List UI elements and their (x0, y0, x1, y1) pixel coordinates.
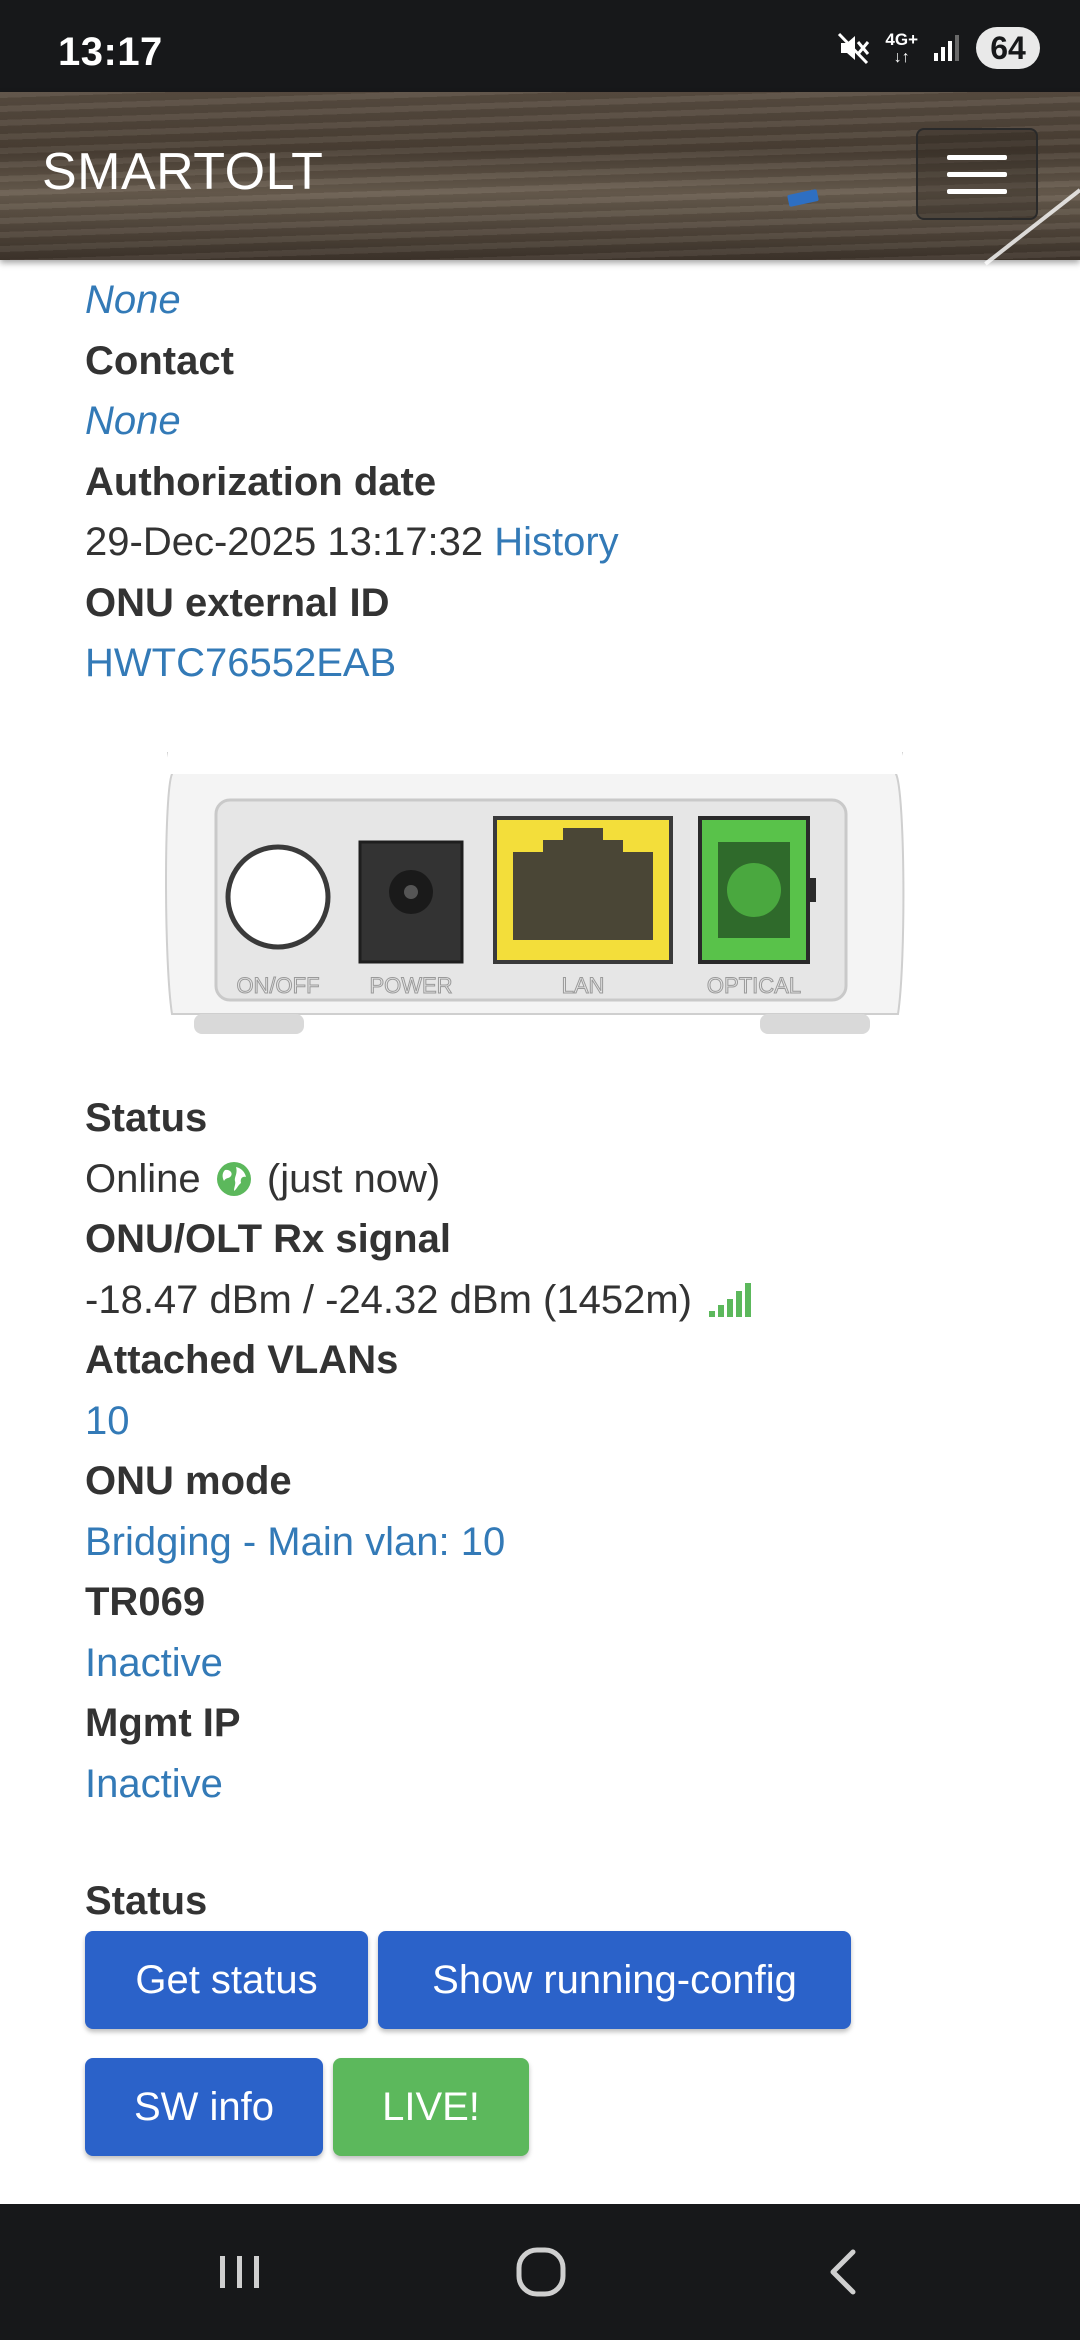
mute-icon (837, 31, 871, 65)
signal-strength-icon (709, 1282, 752, 1317)
address-value: None (85, 278, 181, 322)
external-id-value[interactable]: HWTC76552EAB (85, 633, 1045, 694)
contact-label: Contact (85, 338, 234, 383)
network-4g-icon: 4G+ ↓↑ (885, 29, 918, 66)
brand-logo[interactable]: SMARTOLT (42, 142, 323, 202)
tr069-value[interactable]: Inactive (85, 1633, 1045, 1694)
onu-device-image: ON/OFF POWER LAN OPTICAL (165, 752, 905, 1034)
port-label-power: POWER (369, 973, 452, 998)
contact-value: None (85, 399, 181, 443)
onu-status-info: Status Online (just now) ONU/OLT Rx sign… (85, 1088, 1045, 1814)
external-id-label: ONU external ID (85, 580, 390, 625)
mgmt-ip-label: Mgmt IP (85, 1701, 241, 1745)
get-status-button[interactable]: Get status (85, 1931, 368, 2029)
battery-level: 64 (990, 29, 1026, 66)
clock: 13:17 (58, 30, 163, 74)
signal-icon (932, 33, 962, 63)
authorization-date-label: Authorization date (85, 459, 437, 504)
show-running-config-button[interactable]: Show running-config (378, 1931, 851, 2029)
port-label-onoff: ON/OFF (236, 973, 319, 998)
system-navigation-bar (0, 2204, 1080, 2340)
onu-details: None Contact None Authorization date 29-… (85, 270, 1045, 694)
back-icon[interactable] (815, 2242, 875, 2302)
status-row: Online (just now) (85, 1149, 1045, 1210)
mgmt-ip-value[interactable]: Inactive (85, 1754, 1045, 1815)
authorization-date-value: 29-Dec-2025 13:17:32 (85, 520, 484, 564)
globe-icon (216, 1161, 251, 1196)
vlans-value[interactable]: 10 (85, 1391, 1045, 1452)
authorization-date-row: 29-Dec-2025 13:17:32 History (85, 512, 1045, 573)
network-type: 4G+ (885, 29, 918, 49)
sw-info-button[interactable]: SW info (85, 2058, 323, 2156)
status-icons: 4G+ ↓↑ 64 (837, 26, 1040, 70)
home-icon[interactable] (511, 2242, 571, 2302)
vlans-label: Attached VLANs (85, 1338, 399, 1382)
port-label-optical: OPTICAL (707, 973, 801, 998)
rx-signal-value: -18.47 dBm / -24.32 dBm (1452m) (85, 1277, 692, 1322)
status-value: Online (85, 1156, 201, 1201)
hamburger-menu-icon[interactable] (916, 128, 1038, 220)
onu-mode-label: ONU mode (85, 1459, 292, 1503)
status-bar: 13:17 4G+ ↓↑ 64 (0, 0, 1080, 92)
onu-mode-value[interactable]: Bridging - Main vlan: 10 (85, 1512, 1045, 1573)
recent-apps-icon[interactable] (210, 2242, 270, 2302)
actions-title: Status (85, 1879, 208, 1923)
port-label-lan: LAN (562, 973, 605, 998)
header-background-detail (787, 189, 819, 207)
rx-signal-row: -18.47 dBm / -24.32 dBm (1452m) (85, 1270, 1045, 1331)
onoff-button-port (225, 844, 331, 950)
status-label: Status (85, 1096, 208, 1140)
tr069-label: TR069 (85, 1580, 206, 1624)
app-header: SMARTOLT (0, 92, 1080, 266)
live-button[interactable]: LIVE! (333, 2058, 529, 2156)
battery-icon: 64 (976, 27, 1040, 69)
status-time: (just now) (266, 1156, 441, 1201)
history-link[interactable]: History (494, 520, 618, 564)
rx-signal-label: ONU/OLT Rx signal (85, 1217, 451, 1261)
